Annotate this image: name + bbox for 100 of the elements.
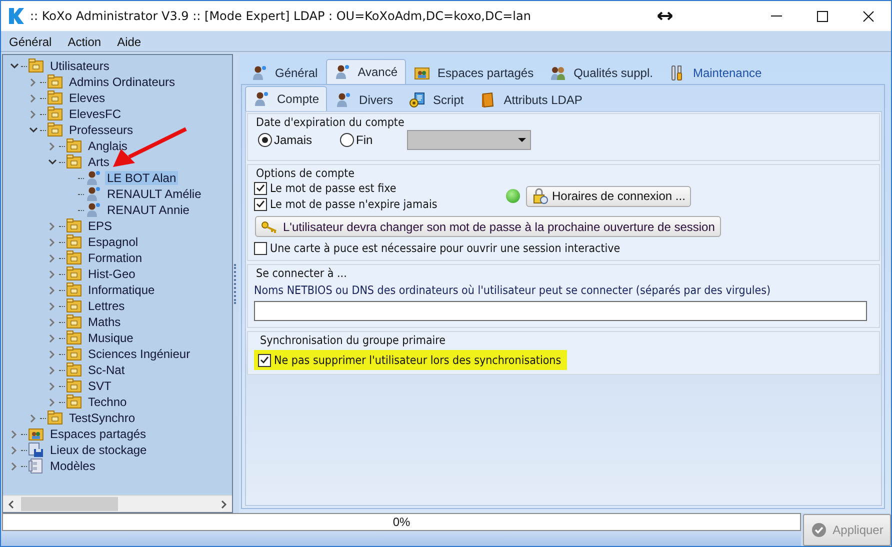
folder-icon	[66, 362, 82, 378]
computers-input-field[interactable]	[254, 301, 867, 321]
expand-chevron-icon[interactable]	[49, 382, 55, 390]
tree-item[interactable]: Musique	[86, 331, 136, 345]
change-password-button[interactable]: L'utilisateur devra changer son mot de passe à la prochaine ouverture de session	[255, 216, 721, 237]
tree-item[interactable]: Utilisateurs	[48, 59, 112, 73]
expand-chevron-icon[interactable]	[11, 430, 17, 438]
tree-item[interactable]: SVT	[86, 379, 114, 393]
folder-icon	[66, 346, 82, 362]
tree-item[interactable]: LE BOT Alan	[105, 171, 178, 185]
menu-item[interactable]: Action	[60, 33, 110, 49]
checkbox[interactable]: Le mot de passe est fixe	[254, 180, 506, 196]
book-icon	[480, 92, 496, 108]
checkbox[interactable]: Le mot de passe n'expire jamais	[254, 196, 506, 212]
tab[interactable]: Script	[401, 88, 472, 111]
folder-icon	[66, 298, 82, 314]
expand-chevron-icon[interactable]	[49, 334, 55, 342]
folder-icon	[66, 282, 82, 298]
tree-item[interactable]: Lettres	[86, 299, 127, 313]
checkbox[interactable]: Une carte à puce est nécessaire pour ouvrir une session interactive	[254, 240, 873, 256]
scroll-left-icon[interactable]	[8, 500, 14, 508]
tab[interactable]: Compte	[245, 86, 328, 111]
tab[interactable]: Attributs LDAP	[472, 88, 590, 111]
tree-item[interactable]: ElevesFC	[67, 107, 124, 121]
tree-item[interactable]: Sciences Ingénieur	[86, 347, 192, 361]
tab[interactable]: Maintenance	[660, 61, 770, 84]
tree-item[interactable]: Lieux de stockage	[48, 443, 149, 457]
folder-icon	[66, 330, 82, 346]
tree-item[interactable]: Espaces partagés	[48, 427, 148, 441]
folder-icon	[66, 138, 82, 154]
tree-item[interactable]: Modèles	[48, 459, 98, 473]
minimize-icon[interactable]	[770, 15, 782, 17]
tab[interactable]: Général	[243, 61, 326, 84]
tree-item[interactable]: Techno	[86, 395, 129, 409]
collapse-chevron-icon[interactable]	[10, 63, 18, 69]
expand-chevron-icon[interactable]	[49, 270, 55, 278]
tree-item[interactable]: Hist-Geo	[86, 267, 138, 281]
expand-chevron-icon[interactable]	[49, 302, 55, 310]
menu-item[interactable]: Général	[1, 33, 60, 49]
user-icon	[334, 64, 350, 80]
tree-item[interactable]: Sc-Nat	[86, 363, 127, 377]
expand-chevron-icon[interactable]	[11, 446, 17, 454]
tab[interactable]: Espaces partagés	[406, 61, 542, 84]
expand-chevron-icon[interactable]	[30, 94, 36, 102]
tree-item[interactable]: EPS	[86, 219, 114, 233]
tree-item[interactable]: RENAUT Annie	[105, 203, 192, 217]
user-icon	[85, 202, 101, 218]
collapse-chevron-icon[interactable]	[28, 127, 38, 133]
checkbox[interactable]: Ne pas supprimer l'utilisateur lors des synchronisations	[254, 350, 568, 370]
scroll-right-icon[interactable]	[221, 500, 227, 508]
expand-chevron-icon[interactable]	[49, 142, 55, 150]
folder-icon	[66, 394, 82, 410]
expand-chevron-icon[interactable]	[49, 254, 55, 262]
folder-icon	[66, 154, 82, 170]
tree-item[interactable]: Informatique	[86, 283, 157, 297]
user-icon	[253, 91, 269, 107]
horizontal-scrollbar[interactable]	[3, 495, 232, 512]
expand-chevron-icon[interactable]	[49, 238, 55, 246]
expand-chevron-icon[interactable]	[30, 110, 36, 118]
schedule-button[interactable]: Horaires de connexion ...	[526, 186, 692, 206]
expand-chevron-icon[interactable]	[49, 318, 55, 326]
expand-chevron-icon[interactable]	[49, 398, 55, 406]
tree-item[interactable]: Eleves	[67, 91, 108, 105]
tree-item[interactable]: Admins Ordinateurs	[67, 75, 178, 89]
folder-icon	[47, 122, 63, 138]
key-icon	[261, 220, 279, 232]
expand-chevron-icon[interactable]	[11, 462, 17, 470]
expand-chevron-icon[interactable]	[49, 350, 55, 358]
tab[interactable]: Qualités suppl.	[542, 61, 661, 84]
expand-chevron-icon[interactable]	[49, 366, 55, 374]
expand-chevron-icon[interactable]	[49, 286, 55, 294]
tree-item[interactable]: Formation	[86, 251, 144, 265]
close-icon[interactable]	[862, 10, 874, 22]
tab[interactable]: Avancé	[326, 59, 406, 84]
tab[interactable]: Divers	[327, 88, 402, 111]
tools-icon	[668, 65, 685, 81]
menu-item[interactable]: Aide	[109, 33, 150, 49]
window-title: :: KoXo Administrator V3.9 :: [Mode Expert] LDAP : OU=KoXoAdm,DC=koxo,DC=lan	[30, 9, 532, 23]
expand-chevron-icon[interactable]	[30, 78, 36, 86]
tree-item[interactable]: Maths	[86, 315, 123, 329]
app-logo-icon	[8, 7, 24, 25]
radio-button[interactable]: Fin	[340, 133, 373, 147]
expand-chevron-icon[interactable]	[49, 222, 55, 230]
tree-item[interactable]: TestSynchro	[67, 411, 138, 425]
user-icon	[85, 186, 101, 202]
folder-icon	[47, 74, 63, 90]
expand-chevron-icon[interactable]	[30, 414, 36, 422]
tree-item[interactable]: Espagnol	[86, 235, 140, 249]
tree-item[interactable]: Arts	[86, 155, 112, 169]
resize-cursor-icon	[657, 11, 673, 21]
tree-item[interactable]: Professeurs	[67, 123, 136, 137]
folder-icon	[66, 378, 82, 394]
user-icon	[251, 65, 267, 81]
tree-item[interactable]: Anglais	[86, 139, 130, 153]
collapse-chevron-icon[interactable]	[48, 159, 56, 165]
radio-button[interactable]: Jamais	[258, 133, 312, 147]
maximize-icon[interactable]	[816, 10, 828, 22]
folder-icon	[66, 234, 82, 250]
tree-item[interactable]: RENAULT Amélie	[105, 187, 204, 201]
field-label: Noms NETBIOS ou DNS des ordinateurs où l'utilisateur peut se connecter (séparés par des virgules)	[254, 283, 772, 297]
